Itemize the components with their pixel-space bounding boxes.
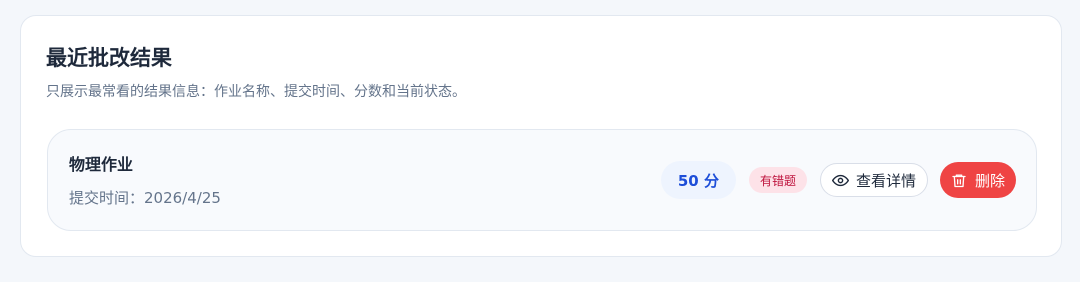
status-badge: 有错题 [748, 167, 807, 193]
result-item: 物理作业 提交时间：2026/4/25 50 分 有错题 查看详情 删除 [47, 129, 1037, 231]
delete-label: 删除 [974, 172, 1005, 190]
view-details-button[interactable]: 查看详情 [819, 163, 928, 197]
score-badge: 50 分 [660, 161, 736, 199]
result-actions: 50 分 有错题 查看详情 删除 [660, 130, 1016, 230]
submit-time: 提交时间：2026/4/25 [69, 189, 221, 207]
recent-results-card: 最近批改结果 只展示最常看的结果信息：作业名称、提交时间、分数和当前状态。 物理… [20, 15, 1062, 257]
eye-icon [831, 172, 856, 189]
view-details-label: 查看详情 [855, 172, 916, 190]
section-subtitle: 只展示最常看的结果信息：作业名称、提交时间、分数和当前状态。 [46, 84, 466, 100]
homework-name: 物理作业 [69, 155, 134, 174]
section-title: 最近批改结果 [46, 46, 172, 70]
delete-button[interactable]: 删除 [939, 162, 1016, 198]
trash-icon [951, 172, 975, 189]
